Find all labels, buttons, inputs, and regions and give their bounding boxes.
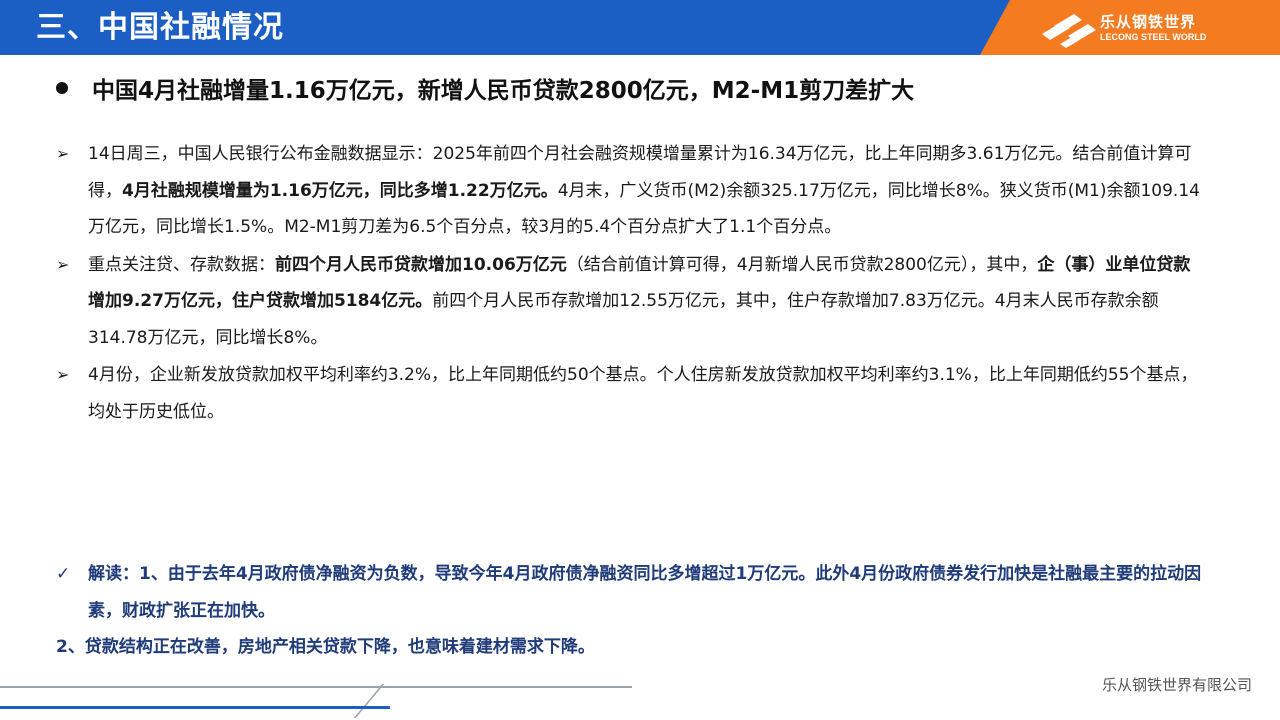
brand-name-cn: 乐从钢铁世界 bbox=[1100, 13, 1197, 31]
section-title: 三、中国社融情况 bbox=[36, 10, 284, 45]
insight-item: ✓ 解读：1、由于去年4月政府债净融资为负数，导致今年4月政府债净融资同比多增超… bbox=[56, 556, 1226, 629]
headline: 中国4月社融增量1.16万亿元，新增人民币贷款2800亿元，M2-M1剪刀差扩大 bbox=[56, 70, 1256, 106]
headline-text: 中国4月社融增量1.16万亿元，新增人民币贷款2800亿元，M2-M1剪刀差扩大 bbox=[92, 78, 915, 104]
bullet-list: ➢ 14日周三，中国人民银行公布金融数据显示：2025年前四个月社会融资规模增量… bbox=[56, 136, 1206, 431]
arrow-bullet-icon: ➢ bbox=[56, 144, 70, 163]
insight-text: 解读：1、由于去年4月政府债净融资为负数，导致今年4月政府债净融资同比多增超过1… bbox=[88, 564, 1202, 621]
lecong-logo-icon bbox=[1042, 14, 1096, 48]
footer-accent-line bbox=[0, 706, 390, 709]
footer-divider-slant bbox=[353, 684, 385, 718]
insight-item-2: 2、贷款结构正在改善，房地产相关贷款下降，也意味着建材需求下降。 bbox=[56, 637, 595, 657]
headline-bullet-dot bbox=[56, 82, 68, 94]
footer-divider bbox=[0, 686, 632, 688]
footer-company-name: 乐从钢铁世界有限公司 bbox=[1101, 676, 1252, 694]
insight-block: ✓ 解读：1、由于去年4月政府债净融资为负数，导致今年4月政府债净融资同比多增超… bbox=[56, 556, 1226, 666]
bullet-text: 4月份，企业新发放贷款加权平均利率约3.2%，比上年同期低约50个基点。个人住房… bbox=[88, 365, 1198, 422]
bullet-text-bold: 前四个月人民币贷款增加10.06万亿元 bbox=[275, 254, 567, 275]
bullet-item: ➢ 重点关注贷、存款数据：前四个月人民币贷款增加10.06万亿元（结合前值计算可… bbox=[56, 247, 1206, 357]
bullet-text: （结合前值计算可得，4月新增人民币贷款2800亿元），其中， bbox=[566, 254, 1038, 275]
brand-name-en: LECONG STEEL WORLD bbox=[1100, 32, 1207, 42]
bullet-text: 重点关注贷、存款数据： bbox=[88, 254, 275, 275]
bullet-item: ➢ 14日周三，中国人民银行公布金融数据显示：2025年前四个月社会融资规模增量… bbox=[56, 136, 1206, 246]
brand-logo-panel: 乐从钢铁世界 LECONG STEEL WORLD bbox=[980, 0, 1280, 55]
bullet-text-bold: 4月社融规模增量为1.16万亿元，同比多增1.22万亿元。 bbox=[122, 180, 558, 201]
checkmark-icon: ✓ bbox=[56, 564, 71, 584]
bullet-item: ➢ 4月份，企业新发放贷款加权平均利率约3.2%，比上年同期低约50个基点。个人… bbox=[56, 357, 1206, 430]
arrow-bullet-icon: ➢ bbox=[56, 365, 70, 384]
arrow-bullet-icon: ➢ bbox=[56, 254, 70, 274]
